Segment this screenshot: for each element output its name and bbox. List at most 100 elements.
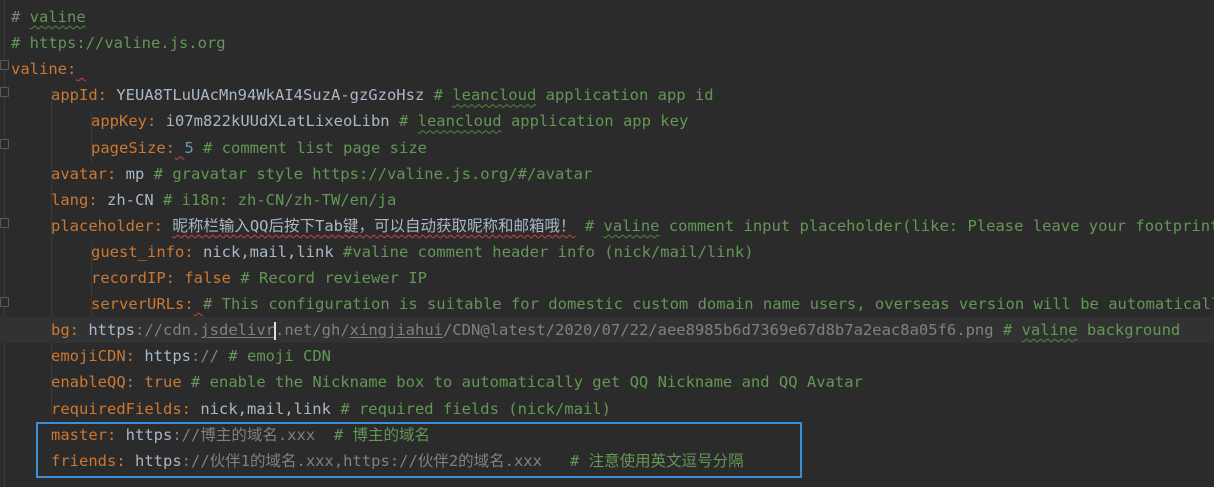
code-line[interactable]: # valine: [11, 4, 86, 30]
fold-marker-icon[interactable]: [0, 297, 9, 307]
code-token: #valine comment header info (nick/mail/l…: [342, 242, 754, 261]
code-token: # 注意使用英文逗号分隔: [569, 451, 744, 470]
code-line[interactable]: serverURLs: # This configuration is suit…: [11, 291, 1214, 317]
code-token: lang: [51, 190, 89, 209]
code-token: :: [88, 190, 107, 209]
code-token: friends: [51, 451, 117, 470]
code-token: appId: [51, 86, 98, 105]
code-token: master: [51, 425, 107, 444]
code-token: /CDN@latest/2020/07/22/aee8985b6d7369e67…: [443, 321, 1003, 340]
code-token: comment input placeholder(like: Please l…: [659, 216, 1214, 235]
code-token: https: [144, 347, 191, 366]
code-token: bg: [51, 321, 70, 340]
code-token: :: [184, 242, 203, 261]
code-line[interactable]: friends: https://伙伴1的域名.xxx,https://伙伴2的…: [11, 448, 744, 474]
code-token: :: [107, 425, 126, 444]
code-line[interactable]: lang: zh-CN # i18n: zh-CN/zh-TW/en/ja: [11, 187, 396, 213]
code-line[interactable]: enableQQ: true # enable the Nickname box…: [11, 369, 863, 395]
code-token: mp: [125, 164, 154, 183]
code-token: :: [125, 347, 145, 366]
code-token: :: [165, 269, 185, 287]
code-token: #: [584, 216, 604, 235]
fold-marker-icon[interactable]: [0, 87, 9, 97]
fold-marker-icon[interactable]: [0, 60, 9, 70]
code-token: leancloud: [417, 112, 502, 131]
code-token: :: [125, 373, 145, 392]
code-token: :: [181, 399, 201, 418]
code-token: # This configuration is suitable for dom…: [203, 295, 1214, 314]
code-token: .: [275, 321, 285, 340]
code-line[interactable]: placeholder: 昵称栏输入QQ后按下Tab键，可以自动获取昵称和邮箱哦…: [11, 213, 1214, 239]
code-line[interactable]: requiredFields: nick,mail,link # require…: [11, 396, 611, 422]
fold-marker-icon[interactable]: [0, 218, 9, 228]
code-token: 昵称栏输入QQ后按下Tab键，可以自动获取昵称和邮箱哦！: [172, 216, 576, 235]
code-token: application app id: [536, 86, 714, 105]
code-token: :: [147, 112, 166, 131]
code-line[interactable]: bg: https://cdn.jsdelivr.net/gh/xingjiah…: [0, 317, 1214, 344]
code-token: # emoji CDN: [228, 347, 331, 366]
code-token: :: [153, 216, 173, 235]
code-line[interactable]: emojiCDN: https:// # emoji CDN: [11, 343, 331, 369]
code-token: :: [165, 138, 175, 157]
code-token: # enable the Nickname box to automatical…: [191, 373, 863, 392]
code-line[interactable]: guest_info: nick,mail,link #valine comme…: [11, 239, 754, 265]
code-token: i07m822kUUdXLatLixeoLibn: [165, 112, 399, 131]
code-token: :: [97, 86, 117, 105]
code-token: application app key: [501, 112, 689, 131]
code-token: :: [116, 451, 135, 470]
code-token: 5: [184, 138, 194, 157]
code-line[interactable]: recordIP: false # Record reviewer IP: [11, 265, 427, 291]
code-token: false: [184, 269, 241, 287]
code-token: # i18n: zh-CN/zh-TW/en/ja: [163, 190, 397, 209]
code-token: ://cdn.: [135, 321, 201, 340]
code-editor[interactable]: # valine # https://valine.js.org valine: a…: [0, 0, 1214, 487]
fold-marker-icon[interactable]: [0, 139, 9, 149]
code-token: nick,mail,link: [200, 399, 341, 418]
code-token: xingjiahui: [349, 321, 443, 340]
code-token: valine: [603, 216, 660, 235]
code-token: https: [88, 321, 136, 340]
code-token: # gravatar style https://valine.js.org/#…: [153, 164, 593, 183]
code-token: enableQQ: [51, 373, 126, 392]
code-token: avatar: [51, 164, 107, 183]
code-line[interactable]: appId: YEUA8TLuUAcMn94WkAI4SuzA-gzGzoHsz…: [11, 82, 714, 108]
code-token: net/gh/: [284, 321, 350, 340]
code-token: ://伙伴1的域名.xxx,https://伙伴2的域名.xxx: [181, 451, 570, 470]
code-token: :: [107, 164, 126, 183]
code-token: appKey: [91, 112, 147, 131]
code-token: pageSize: [91, 138, 166, 157]
code-token: #: [11, 8, 30, 26]
code-token: serverURLs: [91, 295, 185, 314]
code-line[interactable]: # https://valine.js.org: [11, 30, 226, 56]
code-token: # 博主的域名: [333, 425, 431, 444]
code-token: nick,mail,link: [203, 242, 343, 261]
code-token: ://博主的域名.xxx: [172, 425, 334, 444]
code-token: recordIP: [91, 269, 166, 287]
code-line[interactable]: pageSize: 5 # comment list page size: [11, 135, 427, 161]
code-token: https: [125, 425, 173, 444]
code-token: #: [398, 112, 418, 131]
code-line[interactable]: master: https://博主的域名.xxx # 博主的域名: [11, 422, 430, 448]
code-token: zh-CN: [107, 190, 163, 209]
code-token: ://: [191, 347, 229, 366]
code-token: background: [1077, 321, 1181, 340]
code-token: valine: [1021, 321, 1078, 340]
code-token: guest_info: [91, 242, 185, 261]
code-token: leancloud: [452, 86, 537, 105]
code-token: # https://valine.js.org: [11, 34, 226, 53]
code-token: # comment list page size: [193, 138, 427, 157]
code-line[interactable]: avatar: mp # gravatar style https://vali…: [11, 161, 592, 187]
code-token: :: [67, 60, 77, 79]
code-token: jsdelivr: [200, 321, 275, 340]
code-token: :: [184, 295, 194, 314]
code-token: # required fields (nick/mail): [340, 399, 611, 418]
code-line[interactable]: valine:: [11, 56, 86, 82]
code-token: https: [135, 451, 182, 470]
code-token: requiredFields: [51, 399, 182, 418]
code-line[interactable]: appKey: i07m822kUUdXLatLixeoLibn # leanc…: [11, 108, 688, 134]
code-token: placeholder: [51, 216, 154, 235]
